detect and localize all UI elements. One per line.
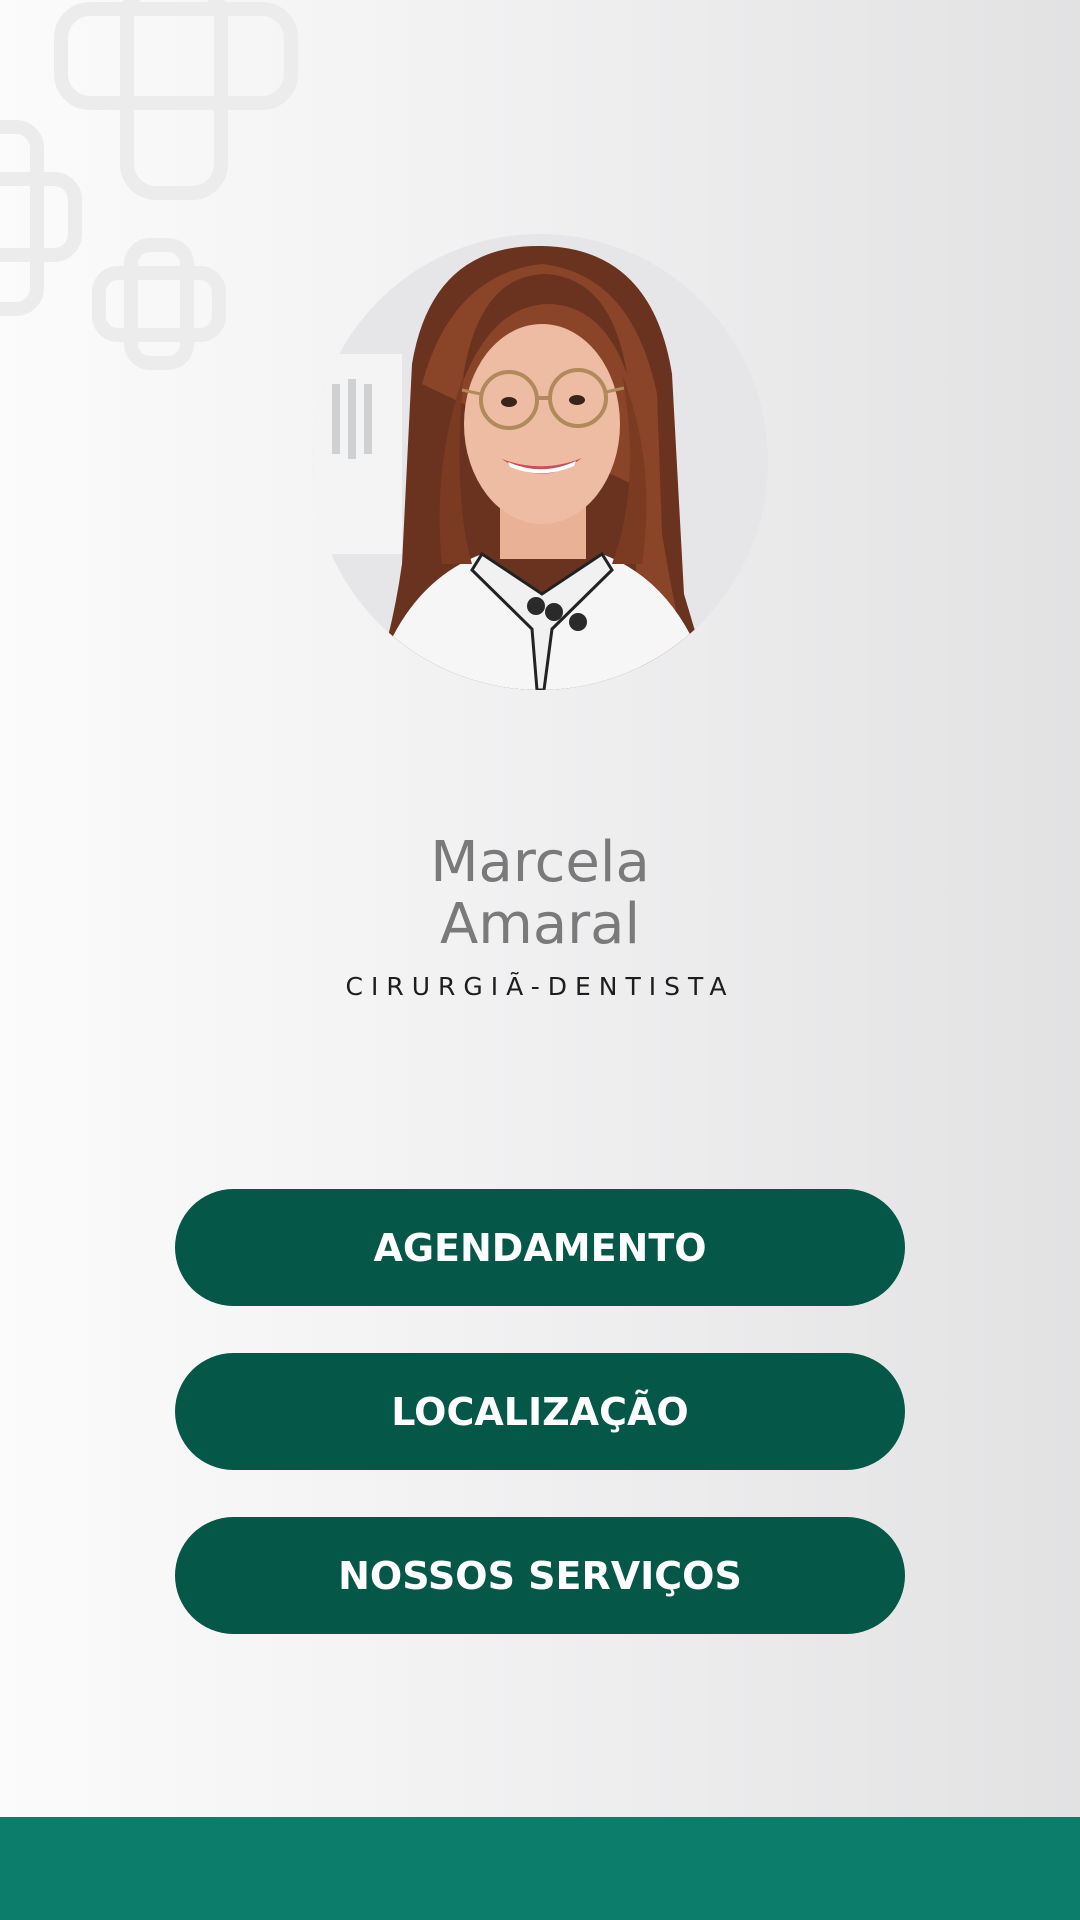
- profile-name: Marcela Amaral: [0, 832, 1080, 956]
- plus-cross-icon: [54, 0, 298, 200]
- profile-last-name: Amaral: [439, 892, 641, 957]
- location-button[interactable]: LOCALIZAÇÃO: [175, 1353, 905, 1470]
- our-services-button[interactable]: NOSSOS SERVIÇOS: [175, 1517, 905, 1634]
- profile-role: CIRURGIÃ-DENTISTA: [345, 972, 735, 1001]
- profile-first-name: Marcela: [430, 830, 650, 895]
- scheduling-button[interactable]: AGENDAMENTO: [175, 1189, 905, 1306]
- plus-cross-icon: [92, 238, 226, 370]
- footer-bar: [0, 1817, 1080, 1920]
- plus-cross-icon: [0, 120, 82, 316]
- avatar: [312, 234, 768, 690]
